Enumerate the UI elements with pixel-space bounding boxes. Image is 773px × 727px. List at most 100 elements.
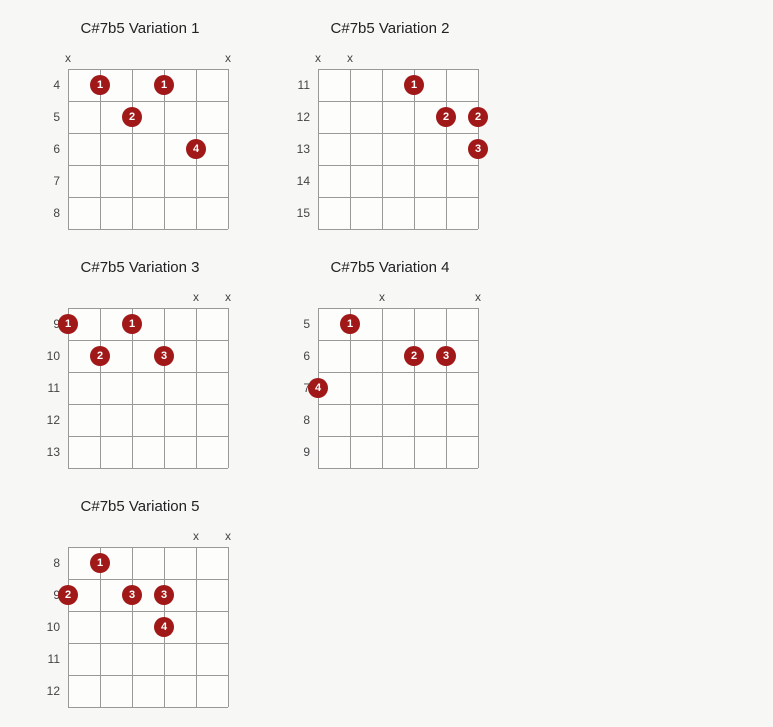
mute-row: xx xyxy=(68,529,228,543)
string-line xyxy=(196,308,197,468)
fretboard: 1223 xyxy=(318,69,478,229)
finger-dot: 3 xyxy=(436,346,456,366)
chord-title: C#7b5 Variation 2 xyxy=(290,20,490,37)
finger-dot: 3 xyxy=(154,346,174,366)
fret-line xyxy=(318,436,478,437)
fret-number: 10 xyxy=(40,620,60,634)
string-line xyxy=(228,308,229,468)
chord-diagram: C#7b5 Variation 2xx11121314151223 xyxy=(290,20,490,229)
fret-number: 6 xyxy=(290,349,310,363)
fret-number: 12 xyxy=(290,110,310,124)
finger-dot: 2 xyxy=(436,107,456,127)
mute-marker: x xyxy=(225,51,231,65)
fret-line xyxy=(68,675,228,676)
fret-number: 9 xyxy=(290,445,310,459)
fretboard: 1124 xyxy=(68,69,228,229)
string-line xyxy=(132,69,133,229)
string-line xyxy=(382,308,383,468)
finger-dot: 1 xyxy=(122,314,142,334)
fret-line xyxy=(68,436,228,437)
finger-dot: 1 xyxy=(58,314,78,334)
mute-marker: x xyxy=(65,51,71,65)
fret-line xyxy=(68,133,228,134)
fret-line xyxy=(318,308,478,309)
mute-marker: x xyxy=(347,51,353,65)
string-line xyxy=(446,69,447,229)
fret-line xyxy=(318,468,478,469)
finger-dot: 4 xyxy=(154,617,174,637)
fret-number: 7 xyxy=(290,381,310,395)
fret-line xyxy=(318,69,478,70)
fret-line xyxy=(68,101,228,102)
finger-dot: 1 xyxy=(90,75,110,95)
string-line xyxy=(318,69,319,229)
finger-dot: 3 xyxy=(468,139,488,159)
fret-number: 5 xyxy=(40,110,60,124)
fret-line xyxy=(318,165,478,166)
fret-line xyxy=(68,69,228,70)
mute-row: xx xyxy=(68,51,228,65)
chord-diagram: C#7b5 Variation 4xx567891234 xyxy=(290,259,490,468)
finger-dot: 2 xyxy=(404,346,424,366)
string-line xyxy=(164,308,165,468)
fretboard-wrap: xx11121314151223 xyxy=(290,51,490,229)
fret-number: 5 xyxy=(290,317,310,331)
fret-line xyxy=(68,547,228,548)
fret-number: 12 xyxy=(40,684,60,698)
fretboard-wrap: xx567891234 xyxy=(290,290,490,468)
fret-line xyxy=(318,197,478,198)
mute-row: xx xyxy=(318,290,478,304)
fret-line xyxy=(68,340,228,341)
fretboard-wrap: xx9101112131123 xyxy=(40,290,240,468)
chord-grid: C#7b5 Variation 1xx456781124C#7b5 Variat… xyxy=(40,20,733,707)
string-line xyxy=(382,69,383,229)
fret-number: 11 xyxy=(290,78,310,92)
fret-number: 11 xyxy=(40,381,60,395)
fret-line xyxy=(68,372,228,373)
fret-line xyxy=(318,404,478,405)
mute-marker: x xyxy=(379,290,385,304)
string-line xyxy=(196,547,197,707)
fret-number: 13 xyxy=(40,445,60,459)
chord-diagram: C#7b5 Variation 3xx9101112131123 xyxy=(40,259,240,468)
mute-marker: x xyxy=(475,290,481,304)
fret-number: 14 xyxy=(290,174,310,188)
fret-number: 10 xyxy=(40,349,60,363)
finger-dot: 1 xyxy=(90,553,110,573)
finger-dot: 1 xyxy=(154,75,174,95)
chord-title: C#7b5 Variation 1 xyxy=(40,20,240,37)
mute-marker: x xyxy=(225,529,231,543)
fretboard-wrap: xx8910111212334 xyxy=(40,529,240,707)
chord-diagram: C#7b5 Variation 1xx456781124 xyxy=(40,20,240,229)
fret-line xyxy=(68,165,228,166)
finger-dot: 3 xyxy=(122,585,142,605)
mute-marker: x xyxy=(225,290,231,304)
fretboard-wrap: xx456781124 xyxy=(40,51,240,229)
fret-line xyxy=(68,468,228,469)
fret-line xyxy=(318,229,478,230)
finger-dot: 2 xyxy=(90,346,110,366)
fret-number: 9 xyxy=(40,588,60,602)
fret-line xyxy=(68,611,228,612)
fret-number: 13 xyxy=(290,142,310,156)
fret-line xyxy=(318,133,478,134)
chord-title: C#7b5 Variation 5 xyxy=(40,498,240,515)
string-line xyxy=(68,547,69,707)
string-line xyxy=(478,308,479,468)
finger-dot: 2 xyxy=(58,585,78,605)
fret-line xyxy=(68,707,228,708)
fret-number: 9 xyxy=(40,317,60,331)
chord-title: C#7b5 Variation 3 xyxy=(40,259,240,276)
fret-line xyxy=(68,579,228,580)
finger-dot: 4 xyxy=(308,378,328,398)
fret-number: 11 xyxy=(40,652,60,666)
mute-marker: x xyxy=(193,290,199,304)
fret-line xyxy=(68,404,228,405)
mute-row: xx xyxy=(318,51,478,65)
string-line xyxy=(132,547,133,707)
mute-marker: x xyxy=(193,529,199,543)
fret-number: 8 xyxy=(290,413,310,427)
finger-dot: 3 xyxy=(154,585,174,605)
fret-number: 4 xyxy=(40,78,60,92)
fret-number: 12 xyxy=(40,413,60,427)
